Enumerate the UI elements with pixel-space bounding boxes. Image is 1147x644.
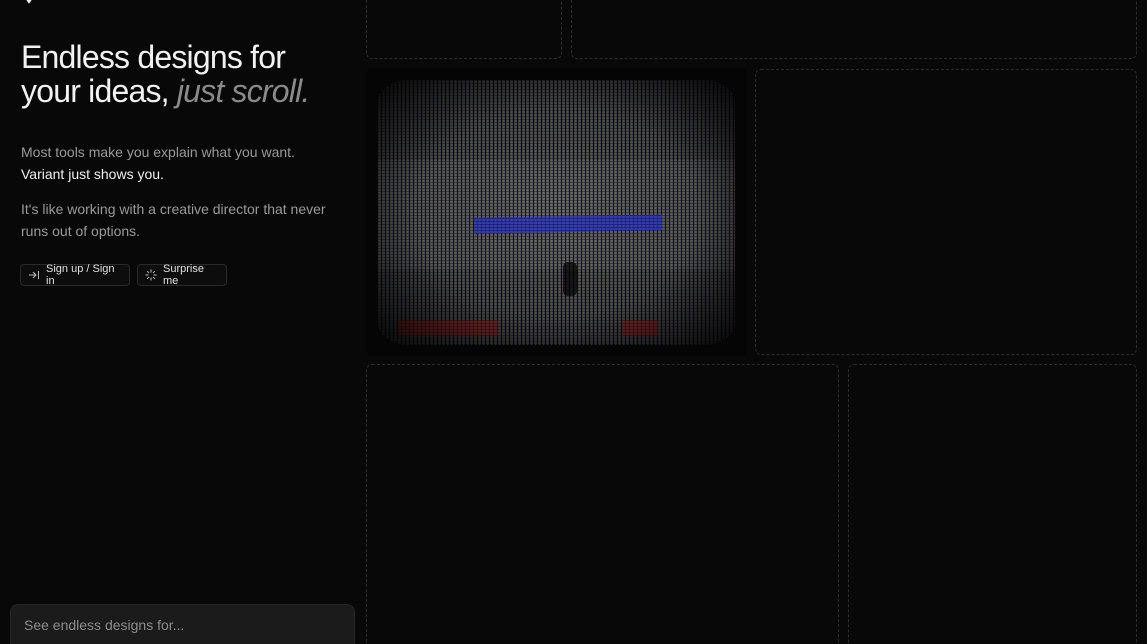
design-card-placeholder[interactable] — [848, 364, 1137, 644]
crt-blue-bar — [474, 214, 662, 234]
crt-red-glyphs-right — [622, 320, 658, 336]
design-card-placeholder[interactable] — [571, 0, 1137, 59]
hero-title-accent: just scroll. — [176, 73, 310, 109]
crt-preview-image — [378, 80, 735, 345]
sign-in-label: Sign up / Sign in — [46, 263, 115, 287]
design-card-placeholder[interactable] — [366, 364, 839, 644]
crt-red-glyphs-left — [398, 320, 498, 336]
design-card-placeholder[interactable] — [366, 0, 562, 59]
page: Endless designs for your ideas, just scr… — [0, 0, 1147, 644]
design-card-placeholder[interactable] — [755, 69, 1137, 355]
intro-paragraph-2: It's like working with a creative direct… — [21, 201, 326, 239]
arrow-right-to-bar-icon — [29, 271, 39, 279]
search-input[interactable] — [22, 605, 347, 644]
crt-figure — [563, 262, 577, 296]
intro-text: Most tools make you explain what you wan… — [21, 144, 295, 160]
intro-paragraph-1: Most tools make you explain what you wan… — [21, 142, 341, 185]
intro-highlight: Variant just shows you. — [21, 165, 164, 182]
search-bar — [10, 604, 355, 644]
crt-band — [378, 160, 735, 270]
surprise-me-button[interactable]: Surprise me — [137, 263, 227, 287]
sign-in-button[interactable]: Sign up / Sign in — [20, 263, 130, 287]
sparkle-icon — [145, 269, 157, 281]
hero-title: Endless designs for your ideas, just scr… — [21, 40, 351, 108]
logo-icon[interactable] — [22, 0, 36, 4]
design-card-crt-preview[interactable] — [366, 68, 747, 356]
surprise-me-label: Surprise me — [163, 263, 204, 287]
